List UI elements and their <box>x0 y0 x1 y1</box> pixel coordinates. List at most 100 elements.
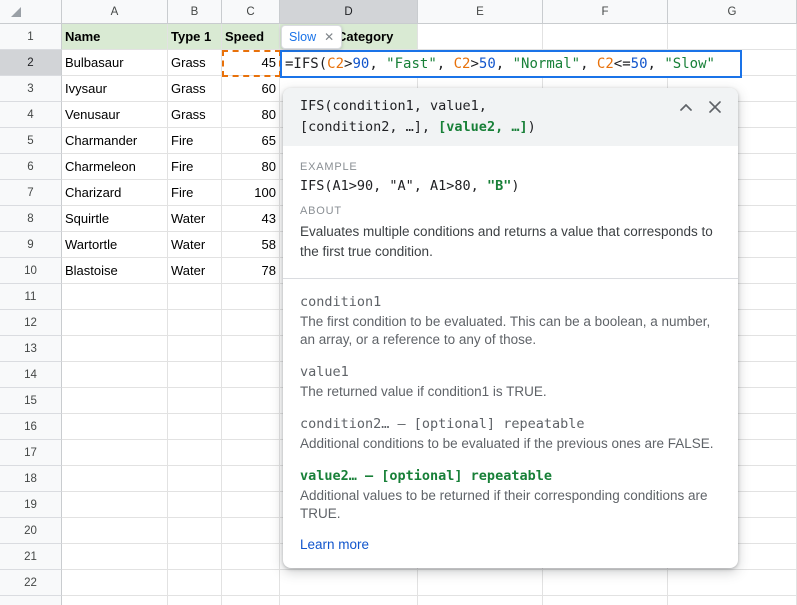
row-header-13[interactable]: 13 <box>0 336 62 362</box>
cell-G1[interactable] <box>668 24 797 50</box>
cell-B3[interactable]: Grass <box>168 76 222 102</box>
close-icon[interactable] <box>709 101 721 113</box>
close-icon[interactable]: ✕ <box>324 30 334 44</box>
cell-A15[interactable] <box>62 388 168 414</box>
row-header-18[interactable]: 18 <box>0 466 62 492</box>
cell-C11[interactable] <box>222 284 280 310</box>
cell-G23[interactable] <box>668 596 797 605</box>
cell-C13[interactable] <box>222 336 280 362</box>
cell-C9[interactable]: 58 <box>222 232 280 258</box>
cell-C23[interactable] <box>222 596 280 605</box>
cell-A2[interactable]: Bulbasaur <box>62 50 168 76</box>
cell-C19[interactable] <box>222 492 280 518</box>
cell-C18[interactable] <box>222 466 280 492</box>
cell-E22[interactable] <box>418 570 543 596</box>
row-header-20[interactable]: 20 <box>0 518 62 544</box>
column-header-A[interactable]: A <box>62 0 168 24</box>
cell-C20[interactable] <box>222 518 280 544</box>
row-header-7[interactable]: 7 <box>0 180 62 206</box>
cell-A16[interactable] <box>62 414 168 440</box>
cell-C14[interactable] <box>222 362 280 388</box>
row-header-1[interactable]: 1 <box>0 24 62 50</box>
cell-B14[interactable] <box>168 362 222 388</box>
cell-A9[interactable]: Wartortle <box>62 232 168 258</box>
formula-editor[interactable]: =IFS(C2>90, "Fast", C2>50, "Normal", C2<… <box>280 50 742 78</box>
cell-C21[interactable] <box>222 544 280 570</box>
cell-C3[interactable]: 60 <box>222 76 280 102</box>
cell-B6[interactable]: Fire <box>168 154 222 180</box>
cell-B20[interactable] <box>168 518 222 544</box>
cell-B5[interactable]: Fire <box>168 128 222 154</box>
cell-F22[interactable] <box>543 570 668 596</box>
cell-A6[interactable]: Charmeleon <box>62 154 168 180</box>
cell-C4[interactable]: 80 <box>222 102 280 128</box>
row-header-4[interactable]: 4 <box>0 102 62 128</box>
cell-A23[interactable] <box>62 596 168 605</box>
row-header-8[interactable]: 8 <box>0 206 62 232</box>
cell-A1[interactable]: Name <box>62 24 168 50</box>
cell-B11[interactable] <box>168 284 222 310</box>
cell-B19[interactable] <box>168 492 222 518</box>
cell-B22[interactable] <box>168 570 222 596</box>
cell-A14[interactable] <box>62 362 168 388</box>
row-header-22[interactable]: 22 <box>0 570 62 596</box>
cell-B8[interactable]: Water <box>168 206 222 232</box>
cell-A3[interactable]: Ivysaur <box>62 76 168 102</box>
cell-B18[interactable] <box>168 466 222 492</box>
cell-B15[interactable] <box>168 388 222 414</box>
cell-B23[interactable] <box>168 596 222 605</box>
cell-A18[interactable] <box>62 466 168 492</box>
cell-B1[interactable]: Type 1 <box>168 24 222 50</box>
cell-E1[interactable] <box>418 24 543 50</box>
row-header-6[interactable]: 6 <box>0 154 62 180</box>
cell-B21[interactable] <box>168 544 222 570</box>
cell-F23[interactable] <box>543 596 668 605</box>
cell-B13[interactable] <box>168 336 222 362</box>
cell-A12[interactable] <box>62 310 168 336</box>
column-header-G[interactable]: G <box>668 0 797 24</box>
cell-C1[interactable]: Speed <box>222 24 280 50</box>
cell-A10[interactable]: Blastoise <box>62 258 168 284</box>
row-header-16[interactable]: 16 <box>0 414 62 440</box>
cell-C16[interactable] <box>222 414 280 440</box>
cell-B7[interactable]: Fire <box>168 180 222 206</box>
column-header-D[interactable]: D <box>280 0 418 24</box>
row-header-11[interactable]: 11 <box>0 284 62 310</box>
cell-D23[interactable] <box>280 596 418 605</box>
row-header-23[interactable] <box>0 596 62 605</box>
cell-A4[interactable]: Venusaur <box>62 102 168 128</box>
cell-B17[interactable] <box>168 440 222 466</box>
cell-A19[interactable] <box>62 492 168 518</box>
row-header-3[interactable]: 3 <box>0 76 62 102</box>
row-header-10[interactable]: 10 <box>0 258 62 284</box>
cell-C22[interactable] <box>222 570 280 596</box>
cell-A21[interactable] <box>62 544 168 570</box>
cell-B4[interactable]: Grass <box>168 102 222 128</box>
collapse-icon[interactable] <box>680 104 692 111</box>
column-header-F[interactable]: F <box>543 0 668 24</box>
row-header-12[interactable]: 12 <box>0 310 62 336</box>
cell-B9[interactable]: Water <box>168 232 222 258</box>
cell-C10[interactable]: 78 <box>222 258 280 284</box>
row-header-5[interactable]: 5 <box>0 128 62 154</box>
row-header-9[interactable]: 9 <box>0 232 62 258</box>
cell-A22[interactable] <box>62 570 168 596</box>
cell-A8[interactable]: Squirtle <box>62 206 168 232</box>
row-header-15[interactable]: 15 <box>0 388 62 414</box>
column-header-B[interactable]: B <box>168 0 222 24</box>
row-header-14[interactable]: 14 <box>0 362 62 388</box>
row-header-19[interactable]: 19 <box>0 492 62 518</box>
cell-C5[interactable]: 65 <box>222 128 280 154</box>
cell-C12[interactable] <box>222 310 280 336</box>
column-header-C[interactable]: C <box>222 0 280 24</box>
cell-A13[interactable] <box>62 336 168 362</box>
cell-D22[interactable] <box>280 570 418 596</box>
learn-more-link[interactable]: Learn more <box>300 537 369 552</box>
cell-A7[interactable]: Charizard <box>62 180 168 206</box>
row-header-2[interactable]: 2 <box>0 50 62 76</box>
cell-C6[interactable]: 80 <box>222 154 280 180</box>
select-all-corner[interactable] <box>0 0 62 24</box>
row-header-17[interactable]: 17 <box>0 440 62 466</box>
cell-B2[interactable]: Grass <box>168 50 222 76</box>
cell-F1[interactable] <box>543 24 668 50</box>
